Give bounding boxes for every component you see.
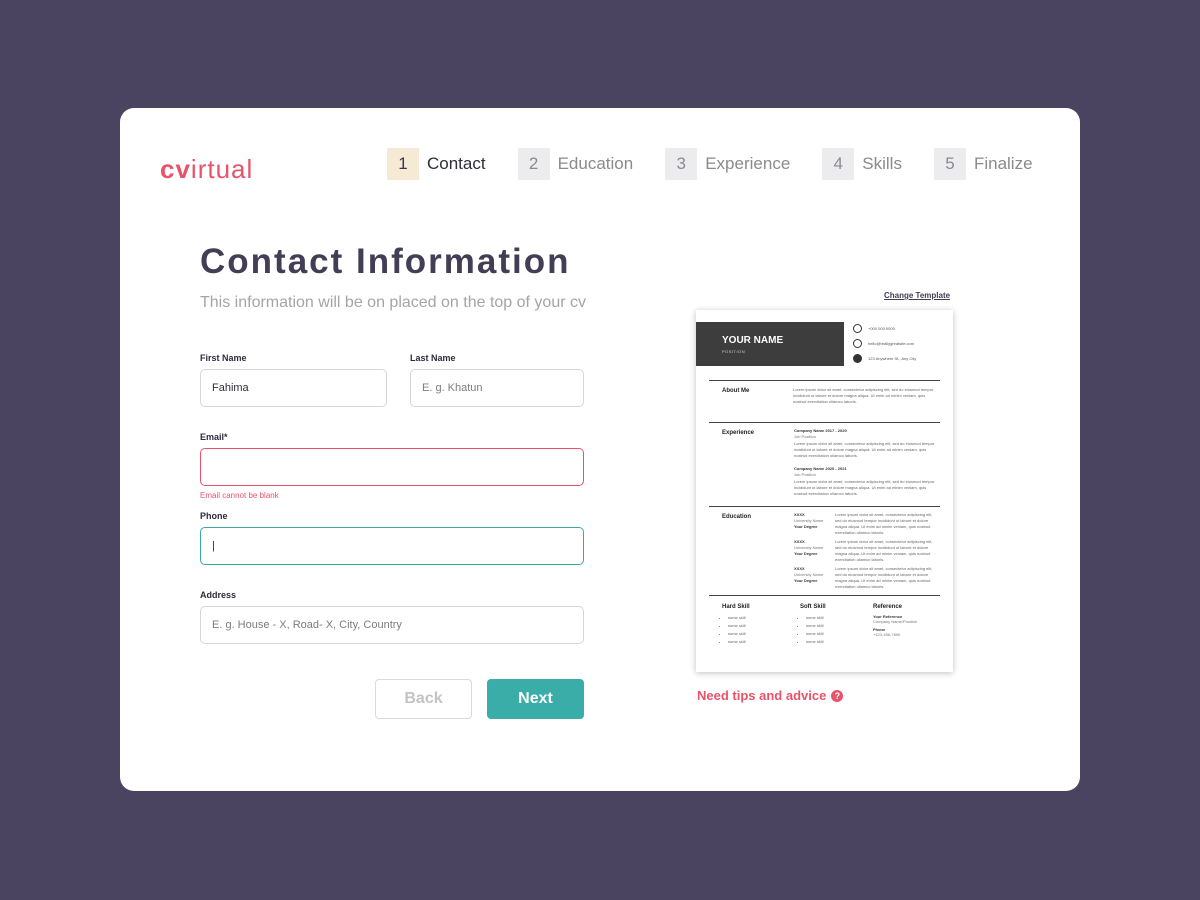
phone-icon xyxy=(853,324,862,333)
skill-item: some skill xyxy=(806,614,826,622)
skill-item: some skill xyxy=(728,614,750,622)
email-label: Email* xyxy=(200,432,228,442)
resume-phone: +000 000 0000 xyxy=(853,324,895,333)
skill-item: some skill xyxy=(806,622,826,630)
resume-email-text: hello@reallygreatsite.com xyxy=(868,341,915,346)
location-icon xyxy=(853,354,862,363)
resume-job2-text: Lorem ipsum dolor sit amet, consectetur … xyxy=(794,479,935,496)
last-name-label: Last Name xyxy=(410,353,456,363)
divider xyxy=(709,422,940,423)
skill-item: some skill xyxy=(806,630,826,638)
phone-field[interactable] xyxy=(200,527,584,565)
cvirtual-logo[interactable]: cvirtual xyxy=(160,154,253,185)
step-contact[interactable]: 1 Contact xyxy=(387,148,486,180)
step-label: Experience xyxy=(705,154,791,173)
soft-skill-title: Soft Skill xyxy=(800,604,826,610)
resume-edu2-text: Lorem ipsum dolor sit amet, consectetur … xyxy=(835,539,933,562)
divider xyxy=(709,380,940,381)
logo-rest: irtual xyxy=(190,154,254,184)
step-finalize[interactable]: 5 Finalize xyxy=(933,148,1033,180)
last-name-field[interactable] xyxy=(410,369,584,407)
first-name-field[interactable] xyxy=(200,369,387,407)
resume-edu1-university: University Name xyxy=(794,518,824,523)
address-label: Address xyxy=(200,590,237,600)
page-subtitle: This information will be on placed on th… xyxy=(200,294,586,311)
skill-item: some skill xyxy=(728,638,750,646)
step-label: Finalize xyxy=(973,154,1033,173)
reference-company: Company Name/Position xyxy=(873,619,918,624)
question-icon: ? xyxy=(831,689,844,702)
tips-label: Need tips and advice xyxy=(697,688,827,703)
skill-item: some skill xyxy=(806,638,826,646)
resume-experience-title: Experience xyxy=(722,430,755,436)
resume-address-text: 123 Anywhere St., Any City xyxy=(868,356,917,361)
resume-job2-position: Job Position xyxy=(794,472,816,477)
tips-link[interactable]: Need tips and advice ? xyxy=(697,688,844,703)
divider xyxy=(709,595,940,596)
step-number: 2 xyxy=(517,148,550,180)
resume-job1-position: Job Position xyxy=(794,434,816,439)
hard-skill-title: Hard Skill xyxy=(722,604,750,610)
resume-edu1-xxxx: XXXX xyxy=(794,512,805,517)
step-experience[interactable]: 3 Experience xyxy=(665,148,790,180)
step-label: Skills xyxy=(862,154,902,173)
skill-item: some skill xyxy=(728,622,750,630)
step-label: Education xyxy=(557,154,634,173)
step-education[interactable]: 2 Education xyxy=(517,148,634,180)
address-field[interactable] xyxy=(200,606,584,644)
resume-edu2-xxxx: XXXX xyxy=(794,539,805,544)
phone-label: Phone xyxy=(200,511,228,521)
logo-prefix: cv xyxy=(160,154,191,184)
resume-edu3-text: Lorem ipsum dolor sit amet, consectetur … xyxy=(835,566,933,589)
resume-hard-skills: Hard Skill some skill some skill some sk… xyxy=(722,604,750,646)
email-error-message: Email cannot be blank xyxy=(200,491,279,500)
step-number: 5 xyxy=(933,148,966,180)
resume-job1-company: Company Name 2017 - 2020 xyxy=(794,428,847,433)
change-template-link[interactable]: Change Template xyxy=(884,291,950,300)
resume-edu3-degree: Your Degree xyxy=(794,578,818,583)
resume-job1-text: Lorem ipsum dolor sit amet, consectetur … xyxy=(794,441,935,458)
resume-job2-company: Company Name 2020 - 2021 xyxy=(794,466,847,471)
next-button[interactable]: Next xyxy=(487,679,584,719)
resume-edu3-xxxx: XXXX xyxy=(794,566,805,571)
step-skills[interactable]: 4 Skills xyxy=(822,148,902,180)
reference-phone: +123-456-7890 xyxy=(873,632,901,637)
step-label: Contact xyxy=(427,154,486,173)
mail-icon xyxy=(853,339,862,348)
step-number: 1 xyxy=(387,148,419,180)
back-button[interactable]: Back xyxy=(375,679,472,719)
resume-name: YOUR NAME xyxy=(722,335,784,346)
resume-edu1-degree: Your Degree xyxy=(794,524,818,529)
resume-reference: Reference Your Reference Company Name/Po… xyxy=(873,604,917,637)
divider xyxy=(709,506,940,507)
first-name-label: First Name xyxy=(200,353,247,363)
page-title: Contact Information xyxy=(200,242,571,281)
resume-phone-text: +000 000 0000 xyxy=(868,326,895,331)
resume-education-title: Education xyxy=(722,514,752,520)
resume-address: 123 Anywhere St., Any City xyxy=(853,354,916,363)
email-field[interactable] xyxy=(200,448,584,486)
resume-preview[interactable]: YOUR NAME POSITION +000 000 0000 hello@r… xyxy=(696,310,953,672)
reference-title: Reference xyxy=(873,604,903,610)
resume-about-title: About Me xyxy=(722,388,750,394)
main-card: cvirtual 1 Contact 2 Education 3 Experie… xyxy=(120,108,1080,791)
skill-item: some skill xyxy=(728,630,750,638)
step-number: 4 xyxy=(822,148,855,180)
resume-edu2-degree: Your Degree xyxy=(794,551,818,556)
resume-soft-skills: Soft Skill some skill some skill some sk… xyxy=(800,604,826,646)
resume-header: YOUR NAME POSITION xyxy=(696,322,844,366)
resume-email: hello@reallygreatsite.com xyxy=(853,339,914,348)
resume-about-text: Lorem ipsum dolor sit amet, consectetur … xyxy=(793,387,934,404)
progress-stepper: 1 Contact 2 Education 3 Experience 4 Ski… xyxy=(387,148,1033,180)
resume-edu3-university: University Name xyxy=(794,572,824,577)
resume-position: POSITION xyxy=(722,349,746,354)
resume-edu2-university: University Name xyxy=(794,545,824,550)
step-number: 3 xyxy=(665,148,698,180)
resume-edu1-text: Lorem ipsum dolor sit amet, consectetur … xyxy=(835,512,933,535)
